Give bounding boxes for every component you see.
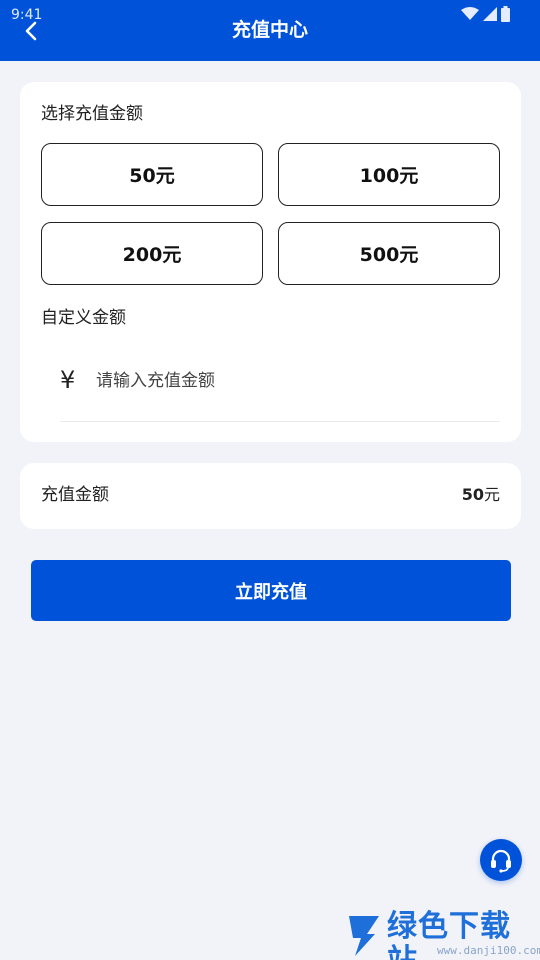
- custom-amount-row: ¥: [60, 350, 500, 422]
- summary-value: 50元: [462, 483, 500, 507]
- amount-option-500[interactable]: 500元: [278, 222, 500, 285]
- custom-amount-input[interactable]: [96, 367, 486, 395]
- page-title: 充值中心: [231, 19, 308, 41]
- watermark-url: www.danji100.com: [437, 944, 540, 957]
- summary-label: 充值金额: [41, 485, 109, 505]
- amount-option-50[interactable]: 50元: [41, 143, 263, 206]
- watermark-logo-icon: [349, 916, 379, 956]
- app-header: 9:41 充值中心: [0, 0, 540, 61]
- currency-symbol: ¥: [60, 366, 76, 394]
- summary-card: 充值金额 50元: [20, 463, 521, 529]
- summary-amount: 50: [461, 485, 484, 504]
- recharge-card: 选择充值金额 50元 100元 200元 500元 自定义金额 ¥: [20, 82, 521, 442]
- watermark: 绿色下载站 www.danji100.com: [345, 908, 540, 960]
- select-amount-label: 选择充值金额: [41, 104, 143, 124]
- customer-support-button[interactable]: [480, 839, 522, 881]
- headset-icon: [491, 849, 511, 873]
- recharge-now-button[interactable]: 立即充值: [31, 560, 511, 621]
- amount-option-100[interactable]: 100元: [278, 143, 500, 206]
- custom-amount-label: 自定义金额: [41, 308, 126, 328]
- summary-unit: 元: [483, 485, 500, 504]
- amount-option-200[interactable]: 200元: [41, 222, 263, 285]
